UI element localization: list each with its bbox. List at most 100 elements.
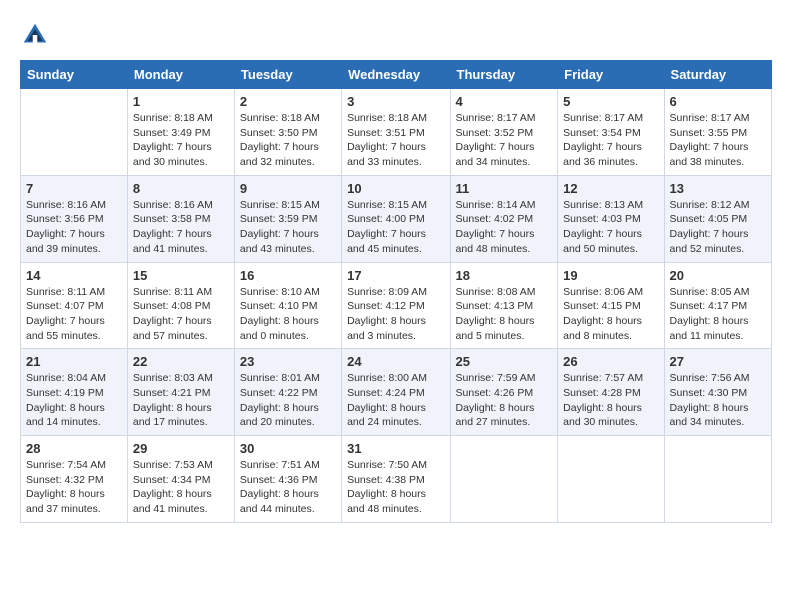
- cell-week4-day7: 27Sunrise: 7:56 AMSunset: 4:30 PMDayligh…: [664, 349, 771, 436]
- day-number: 17: [347, 268, 444, 283]
- day-number: 10: [347, 181, 444, 196]
- sunrise-text: Sunrise: 8:04 AM: [26, 371, 122, 386]
- daylight-text: Daylight: 8 hours and 14 minutes.: [26, 401, 122, 430]
- sunrise-text: Sunrise: 8:10 AM: [240, 285, 336, 300]
- sunrise-text: Sunrise: 8:08 AM: [456, 285, 553, 300]
- cell-details: Sunrise: 7:59 AMSunset: 4:26 PMDaylight:…: [456, 371, 553, 430]
- cell-week3-day4: 17Sunrise: 8:09 AMSunset: 4:12 PMDayligh…: [342, 262, 450, 349]
- cell-week3-day5: 18Sunrise: 8:08 AMSunset: 4:13 PMDayligh…: [450, 262, 558, 349]
- day-number: 27: [670, 354, 766, 369]
- cell-week1-day1: [21, 89, 128, 176]
- sunrise-text: Sunrise: 8:18 AM: [240, 111, 336, 126]
- cell-week5-day2: 29 Sunrise: 7:53 AMSunset: 4:34 PMDayligh…: [127, 436, 234, 523]
- day-number: 8: [133, 181, 229, 196]
- sunrise-text: Sunrise: 8:11 AM: [26, 285, 122, 300]
- daylight-text: Daylight: 8 hours and 24 minutes.: [347, 401, 444, 430]
- sunset-text: Sunset: 3:56 PM: [26, 212, 122, 227]
- sunset-text: Sunset: 4:03 PM: [563, 212, 658, 227]
- sunrise-text: Sunrise: 7:51 AM: [240, 458, 336, 473]
- sunrise-text: Sunrise: 7:57 AM: [563, 371, 658, 386]
- sunrise-text: Sunrise: 8:16 AM: [26, 198, 122, 213]
- sunrise-text: Sunrise: 8:13 AM: [563, 198, 658, 213]
- logo-icon: [20, 20, 50, 50]
- sunrise-text: Sunrise: 8:01 AM: [240, 371, 336, 386]
- cell-week2-day7: 13Sunrise: 8:12 AMSunset: 4:05 PMDayligh…: [664, 175, 771, 262]
- cell-week1-day2: 1 Sunrise: 8:18 AMSunset: 3:49 PMDaylight…: [127, 89, 234, 176]
- cell-week2-day2: 8 Sunrise: 8:16 AMSunset: 3:58 PMDaylight…: [127, 175, 234, 262]
- sunset-text: Sunset: 3:49 PM: [133, 126, 229, 141]
- header-day-sunday: Sunday: [21, 61, 128, 89]
- day-number: 25: [456, 354, 553, 369]
- cell-week5-day7: [664, 436, 771, 523]
- cell-week3-day6: 19Sunrise: 8:06 AMSunset: 4:15 PMDayligh…: [558, 262, 664, 349]
- day-number: 4: [456, 94, 553, 109]
- page-header: [20, 20, 772, 50]
- header-day-saturday: Saturday: [664, 61, 771, 89]
- daylight-text: Daylight: 8 hours and 34 minutes.: [670, 401, 766, 430]
- calendar-table: SundayMondayTuesdayWednesdayThursdayFrid…: [20, 60, 772, 523]
- cell-details: Sunrise: 8:08 AMSunset: 4:13 PMDaylight:…: [456, 285, 553, 344]
- header-row: SundayMondayTuesdayWednesdayThursdayFrid…: [21, 61, 772, 89]
- sunset-text: Sunset: 3:59 PM: [240, 212, 336, 227]
- header-day-monday: Monday: [127, 61, 234, 89]
- day-number: 29: [133, 441, 229, 456]
- sunrise-text: Sunrise: 7:56 AM: [670, 371, 766, 386]
- sunrise-text: Sunrise: 8:03 AM: [133, 371, 229, 386]
- daylight-text: Daylight: 7 hours and 30 minutes.: [133, 140, 229, 169]
- cell-week2-day6: 12Sunrise: 8:13 AMSunset: 4:03 PMDayligh…: [558, 175, 664, 262]
- day-number: 3: [347, 94, 444, 109]
- sunset-text: Sunset: 4:10 PM: [240, 299, 336, 314]
- cell-week4-day4: 24Sunrise: 8:00 AMSunset: 4:24 PMDayligh…: [342, 349, 450, 436]
- day-number: 1: [133, 94, 229, 109]
- sunset-text: Sunset: 4:34 PM: [133, 473, 229, 488]
- day-number: 9: [240, 181, 336, 196]
- cell-details: Sunrise: 8:18 AMSunset: 3:49 PMDaylight:…: [133, 111, 229, 170]
- sunset-text: Sunset: 3:52 PM: [456, 126, 553, 141]
- cell-details: Sunrise: 8:17 AMSunset: 3:54 PMDaylight:…: [563, 111, 658, 170]
- daylight-text: Daylight: 7 hours and 38 minutes.: [670, 140, 766, 169]
- daylight-text: Daylight: 7 hours and 34 minutes.: [456, 140, 553, 169]
- cell-week4-day5: 25 Sunrise: 7:59 AMSunset: 4:26 PMDayligh…: [450, 349, 558, 436]
- sunrise-text: Sunrise: 8:14 AM: [456, 198, 553, 213]
- week-row-1: 1Sunrise: 8:18 AMSunset: 3:49 PMDaylight…: [21, 89, 772, 176]
- sunset-text: Sunset: 4:02 PM: [456, 212, 553, 227]
- cell-details: Sunrise: 8:16 AMSunset: 3:58 PMDaylight:…: [133, 198, 229, 257]
- cell-week5-day5: [450, 436, 558, 523]
- sunrise-text: Sunrise: 7:54 AM: [26, 458, 122, 473]
- cell-week2-day3: 9 Sunrise: 8:15 AMSunset: 3:59 PMDaylight…: [234, 175, 341, 262]
- cell-week5-day3: 30Sunrise: 7:51 AMSunset: 4:36 PMDayligh…: [234, 436, 341, 523]
- cell-week5-day1: 28Sunrise: 7:54 AMSunset: 4:32 PMDayligh…: [21, 436, 128, 523]
- sunset-text: Sunset: 4:21 PM: [133, 386, 229, 401]
- day-number: 24: [347, 354, 444, 369]
- sunrise-text: Sunrise: 8:15 AM: [347, 198, 444, 213]
- daylight-text: Daylight: 7 hours and 41 minutes.: [133, 227, 229, 256]
- day-number: 31: [347, 441, 444, 456]
- sunrise-text: Sunrise: 8:16 AM: [133, 198, 229, 213]
- cell-details: Sunrise: 8:05 AMSunset: 4:17 PMDaylight:…: [670, 285, 766, 344]
- daylight-text: Daylight: 8 hours and 44 minutes.: [240, 487, 336, 516]
- cell-details: Sunrise: 7:57 AMSunset: 4:28 PMDaylight:…: [563, 371, 658, 430]
- sunset-text: Sunset: 4:22 PM: [240, 386, 336, 401]
- day-number: 12: [563, 181, 658, 196]
- sunrise-text: Sunrise: 7:53 AM: [133, 458, 229, 473]
- cell-details: Sunrise: 8:12 AMSunset: 4:05 PMDaylight:…: [670, 198, 766, 257]
- daylight-text: Daylight: 7 hours and 43 minutes.: [240, 227, 336, 256]
- sunset-text: Sunset: 4:28 PM: [563, 386, 658, 401]
- day-number: 15: [133, 268, 229, 283]
- sunrise-text: Sunrise: 8:15 AM: [240, 198, 336, 213]
- daylight-text: Daylight: 8 hours and 41 minutes.: [133, 487, 229, 516]
- cell-week1-day3: 2Sunrise: 8:18 AMSunset: 3:50 PMDaylight…: [234, 89, 341, 176]
- sunset-text: Sunset: 4:05 PM: [670, 212, 766, 227]
- sunset-text: Sunset: 4:13 PM: [456, 299, 553, 314]
- cell-details: Sunrise: 7:50 AMSunset: 4:38 PMDaylight:…: [347, 458, 444, 517]
- cell-week1-day7: 6Sunrise: 8:17 AMSunset: 3:55 PMDaylight…: [664, 89, 771, 176]
- sunset-text: Sunset: 4:38 PM: [347, 473, 444, 488]
- cell-details: Sunrise: 8:17 AMSunset: 3:55 PMDaylight:…: [670, 111, 766, 170]
- sunrise-text: Sunrise: 7:50 AM: [347, 458, 444, 473]
- sunset-text: Sunset: 3:54 PM: [563, 126, 658, 141]
- sunset-text: Sunset: 4:19 PM: [26, 386, 122, 401]
- cell-week2-day1: 7Sunrise: 8:16 AMSunset: 3:56 PMDaylight…: [21, 175, 128, 262]
- day-number: 30: [240, 441, 336, 456]
- header-day-tuesday: Tuesday: [234, 61, 341, 89]
- daylight-text: Daylight: 8 hours and 3 minutes.: [347, 314, 444, 343]
